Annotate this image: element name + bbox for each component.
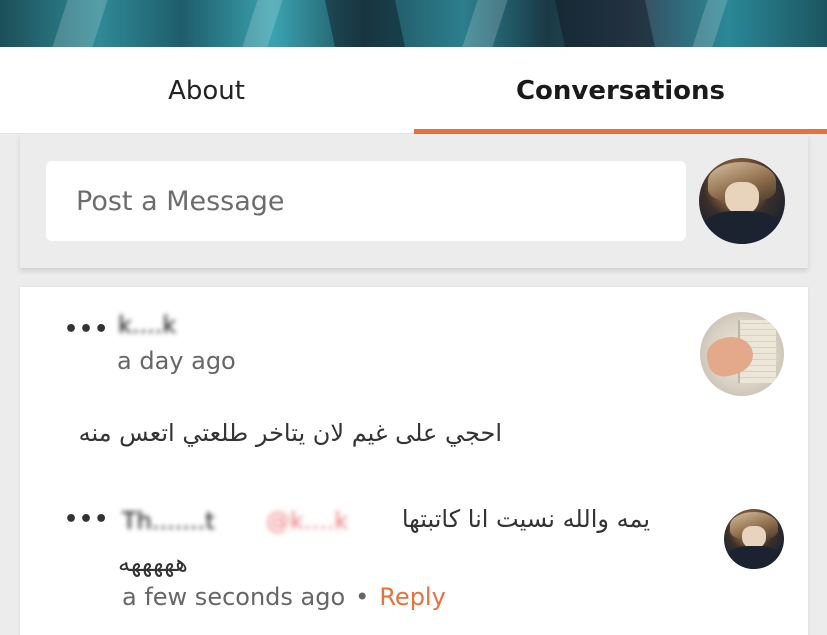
reply-text: يمه والله نسيت انا كاتبتها — [401, 505, 650, 533]
comment-timestamp: a day ago — [117, 347, 236, 375]
reply-meta: a few seconds ago • Reply — [122, 583, 446, 611]
reply-button[interactable]: Reply — [379, 583, 445, 611]
comment-card: ••• k....k a day ago احجي على غيم لان يت… — [20, 287, 808, 635]
reply-more-options-icon[interactable]: ••• — [64, 507, 109, 532]
post-message-card — [20, 134, 808, 268]
tab-conversations[interactable]: Conversations — [414, 47, 827, 134]
reply-user-avatar[interactable] — [724, 509, 784, 569]
reply-text-second-line: هههههه — [118, 549, 188, 577]
post-message-input[interactable] — [46, 161, 686, 241]
reply-mention[interactable]: @k....k — [266, 507, 348, 535]
separator-dot: • — [355, 583, 370, 611]
profile-tabs: About Conversations — [0, 47, 827, 134]
comment-username[interactable]: k....k — [118, 311, 176, 339]
more-options-icon[interactable]: ••• — [64, 317, 109, 342]
reply-timestamp: a few seconds ago — [122, 583, 346, 611]
cover-banner — [0, 0, 827, 47]
current-user-avatar — [699, 158, 785, 244]
comment-text: احجي على غيم لان يتاخر طلعتي اتعس منه — [78, 419, 502, 447]
tab-about[interactable]: About — [0, 47, 413, 134]
reply-username[interactable]: Th.......t — [122, 507, 215, 535]
commenter-avatar[interactable] — [700, 312, 784, 396]
